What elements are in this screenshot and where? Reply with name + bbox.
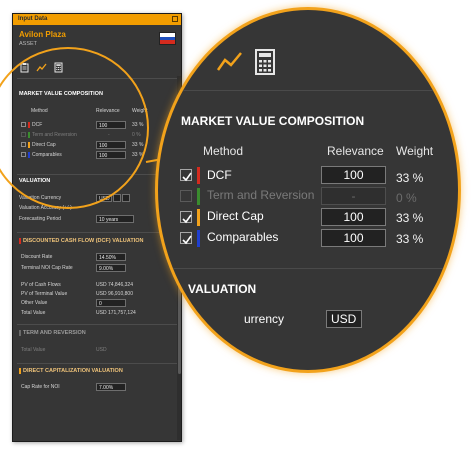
magnified-currency-select[interactable]: USD xyxy=(326,310,362,328)
magnified-valuation-heading: VALUATION xyxy=(188,282,257,296)
magnifier-lens: MARKET VALUE COMPOSITION Method Relevanc… xyxy=(158,10,458,370)
magnified-term-reversion-checkbox[interactable] xyxy=(180,190,192,202)
calculator-icon[interactable] xyxy=(254,48,276,81)
magnified-term-reversion-relevance: - xyxy=(321,187,386,205)
magnified-direct-cap-color-bar xyxy=(197,209,200,226)
magnified-term-reversion-label: Term and Reversion xyxy=(207,188,315,202)
magnified-comparables-relevance-input[interactable]: 100 xyxy=(321,229,386,247)
magnified-comparables-label: Comparables xyxy=(207,230,279,244)
magnified-method-header: Method xyxy=(203,144,244,158)
magnified-weight-header: Weight xyxy=(396,144,434,158)
divider xyxy=(158,268,458,269)
clipboard-icon[interactable] xyxy=(171,48,200,77)
magnified-dcf-checkbox[interactable] xyxy=(180,169,192,182)
magnified-currency-label: urrency xyxy=(244,312,285,326)
divider xyxy=(168,90,458,91)
magnified-direct-cap-label: Direct Cap xyxy=(207,209,264,223)
magnified-comparables-checkbox[interactable] xyxy=(180,232,192,245)
magnified-dcf-label: DCF xyxy=(207,168,232,182)
magnified-dcf-weight: 33 % xyxy=(396,171,424,185)
magnified-dcf-relevance-input[interactable]: 100 xyxy=(321,166,386,184)
magnified-comparables-color-bar xyxy=(197,230,200,247)
magnified-market-value-heading: MARKET VALUE COMPOSITION xyxy=(181,114,365,128)
magnified-comparables-weight: 33 % xyxy=(396,232,424,246)
magnified-term-reversion-weight: 0 % xyxy=(396,191,417,205)
magnified-direct-cap-relevance-input[interactable]: 100 xyxy=(321,208,386,226)
magnified-dcf-color-bar xyxy=(197,167,200,184)
magnified-direct-cap-weight: 33 % xyxy=(396,211,424,225)
magnified-term-reversion-color-bar xyxy=(197,188,200,205)
magnified-direct-cap-checkbox[interactable] xyxy=(180,211,192,224)
magnified-relevance-header: Relevance xyxy=(327,144,384,158)
chart-line-icon[interactable] xyxy=(216,50,244,79)
